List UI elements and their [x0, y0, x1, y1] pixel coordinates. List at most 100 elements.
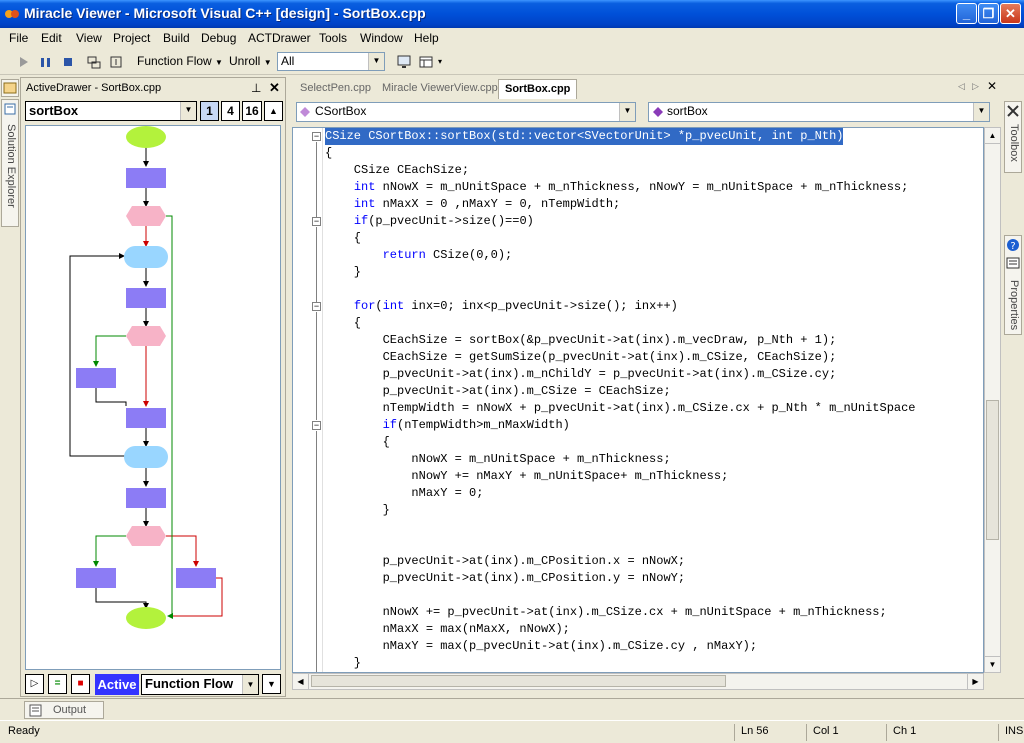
code-line[interactable]: CEachSize = sortBox(&p_pvecUnit->at(inx)… — [325, 332, 837, 349]
mode-select[interactable]: Function Flow ▼ — [141, 674, 259, 695]
tab-sortbox[interactable]: SortBox.cpp — [498, 79, 578, 99]
horizontal-scroll-thumb[interactable] — [311, 675, 726, 687]
tab-selectpen[interactable]: SelectPen.cpp — [294, 79, 377, 99]
code-line[interactable]: CSize CSortBox::sortBox(std::vector<SVec… — [325, 128, 844, 145]
function-select[interactable]: sortBox ▼ — [25, 101, 197, 121]
scroll-up-icon[interactable]: ▲ — [985, 128, 1000, 144]
scroll-down-icon[interactable]: ▼ — [985, 656, 1000, 672]
code-line[interactable]: nMaxY = max(p_pvecUnit->at(inx).m_CSize.… — [325, 638, 757, 655]
flow-decision-node[interactable] — [126, 326, 166, 346]
step-into-icon[interactable] — [108, 54, 124, 70]
flow-process-node[interactable] — [126, 168, 166, 188]
code-line[interactable]: nNowY += nMaxY + m_nUnitSpace+ m_nThickn… — [325, 468, 728, 485]
left-tab-icon[interactable] — [1, 79, 19, 97]
stop-button[interactable]: ■ — [71, 674, 90, 694]
toolbar-overflow-icon[interactable]: ▾ — [438, 57, 442, 66]
flow-decision-node[interactable] — [126, 526, 166, 546]
code-line[interactable]: CEachSize = getSumSize(p_pvecUnit->at(in… — [325, 349, 837, 366]
code-line[interactable]: } — [325, 502, 390, 519]
step-over-icon[interactable] — [86, 54, 102, 70]
flow-loop-node[interactable] — [124, 246, 168, 268]
output-tab[interactable]: Output — [24, 701, 104, 719]
code-line[interactable]: int nMaxX = 0 ,nMaxY = 0, nTempWidth; — [325, 196, 620, 213]
flow-process-node[interactable] — [76, 568, 116, 588]
stop-icon[interactable] — [60, 54, 76, 70]
flow-loop-node[interactable] — [124, 446, 168, 468]
toolbox-tab[interactable]: Toolbox — [1004, 101, 1022, 173]
pause-button[interactable]: = — [48, 674, 67, 694]
vertical-scrollbar[interactable]: ▲ ▼ — [984, 127, 1001, 673]
code-lines[interactable]: CSize CSortBox::sortBox(std::vector<SVec… — [325, 128, 983, 672]
fold-toggle-icon[interactable]: − — [312, 302, 321, 311]
fold-toggle-icon[interactable]: − — [312, 132, 321, 141]
code-line[interactable]: { — [325, 315, 361, 332]
code-line[interactable]: nNowX += p_pvecUnit->at(inx).m_CSize.cx … — [325, 604, 887, 621]
level-16-button[interactable]: 16 — [242, 101, 262, 121]
scroll-left-icon[interactable]: ◀ — [293, 674, 309, 689]
code-line[interactable]: return CSize(0,0); — [325, 247, 513, 264]
solution-explorer-tab[interactable]: Solution Explorer — [1, 99, 19, 227]
close-button[interactable]: ✕ — [1000, 3, 1021, 24]
flow-decision-node[interactable] — [126, 206, 166, 226]
fold-toggle-icon[interactable]: − — [312, 421, 321, 430]
menu-window[interactable]: Window — [360, 31, 403, 45]
class-select[interactable]: CSortBox ▼ — [296, 102, 636, 122]
flow-view-dropdown[interactable]: Function Flow ▼ — [137, 54, 223, 68]
menu-tools[interactable]: Tools — [319, 31, 347, 45]
flowchart-canvas[interactable] — [25, 125, 281, 670]
horizontal-scrollbar[interactable]: ◀ ▶ — [292, 673, 984, 690]
drawer-close-icon[interactable]: ✕ — [269, 80, 280, 96]
tab-scroll-right-icon[interactable]: ▷ — [972, 81, 979, 92]
code-view[interactable]: − − − − CSize CSortBox::sortBox(std::vec… — [292, 127, 984, 673]
fold-toggle-icon[interactable]: − — [312, 217, 321, 226]
level-up-button[interactable]: ▲ — [264, 101, 283, 121]
flow-end-node[interactable] — [126, 607, 166, 629]
code-line[interactable]: nNowX = m_nUnitSpace + m_nThickness; — [325, 451, 670, 468]
scroll-right-icon[interactable]: ▶ — [967, 674, 983, 689]
menu-edit[interactable]: Edit — [41, 31, 62, 45]
code-line[interactable]: CSize CEachSize; — [325, 162, 469, 179]
flow-process-node[interactable] — [126, 288, 166, 308]
menu-help[interactable]: Help — [414, 31, 439, 45]
code-line[interactable]: } — [325, 655, 361, 672]
code-line[interactable]: nMaxX = max(nMaxX, nNowX); — [325, 621, 570, 638]
flow-start-node[interactable] — [126, 126, 166, 148]
code-line[interactable]: { — [325, 230, 361, 247]
code-line[interactable]: p_pvecUnit->at(inx).m_nChildY = p_pvecUn… — [325, 366, 837, 383]
code-line[interactable]: { — [325, 434, 390, 451]
code-line[interactable]: { — [325, 145, 332, 162]
code-line[interactable]: if(nTempWidth>m_nMaxWidth) — [325, 417, 570, 434]
code-line[interactable]: p_pvecUnit->at(inx).m_CSize = CEachSize; — [325, 383, 671, 400]
menu-debug[interactable]: Debug — [201, 31, 236, 45]
flow-process-node[interactable] — [126, 408, 166, 428]
code-line[interactable]: } — [325, 264, 361, 281]
window-layout-icon[interactable] — [418, 54, 434, 70]
member-select[interactable]: sortBox ▼ — [648, 102, 990, 122]
pin-icon[interactable]: ⊥ — [251, 81, 261, 95]
code-line[interactable]: p_pvecUnit->at(inx).m_CPosition.x = nNow… — [325, 553, 685, 570]
menu-build[interactable]: Build — [163, 31, 190, 45]
unroll-dropdown[interactable]: Unroll ▼ — [229, 54, 272, 68]
code-line[interactable]: p_pvecUnit->at(inx).m_CPosition.y = nNow… — [325, 570, 685, 587]
code-line[interactable]: nMaxY = 0; — [325, 485, 483, 502]
monitor-icon[interactable] — [396, 54, 412, 70]
flow-process-node[interactable] — [76, 368, 116, 388]
tab-scroll-left-icon[interactable]: ◁ — [958, 81, 965, 92]
menu-file[interactable]: File — [9, 31, 28, 45]
close-document-icon[interactable]: ✕ — [987, 79, 997, 93]
tab-miracle-viewer-view[interactable]: Miracle ViewerView.cpp — [376, 79, 504, 99]
code-line[interactable]: nTempWidth = nNowX + p_pvecUnit->at(inx)… — [325, 400, 916, 417]
flow-process-node[interactable] — [176, 568, 216, 588]
pause-icon[interactable] — [38, 54, 54, 70]
run-button[interactable]: ▷ — [25, 674, 44, 694]
menu-project[interactable]: Project — [113, 31, 150, 45]
play-icon[interactable] — [16, 54, 32, 70]
level-1-button[interactable]: 1 — [200, 101, 219, 121]
menu-actdrawer[interactable]: ACTDrawer — [248, 31, 311, 45]
level-4-button[interactable]: 4 — [221, 101, 240, 121]
maximize-button[interactable]: ❐ — [978, 3, 999, 24]
filter-combo[interactable]: All ▼ — [277, 52, 385, 71]
code-line[interactable]: for(int inx=0; inx<p_pvecUnit->size(); i… — [325, 298, 678, 315]
flow-process-node[interactable] — [126, 488, 166, 508]
properties-tab[interactable]: ? Properties — [1004, 235, 1022, 335]
